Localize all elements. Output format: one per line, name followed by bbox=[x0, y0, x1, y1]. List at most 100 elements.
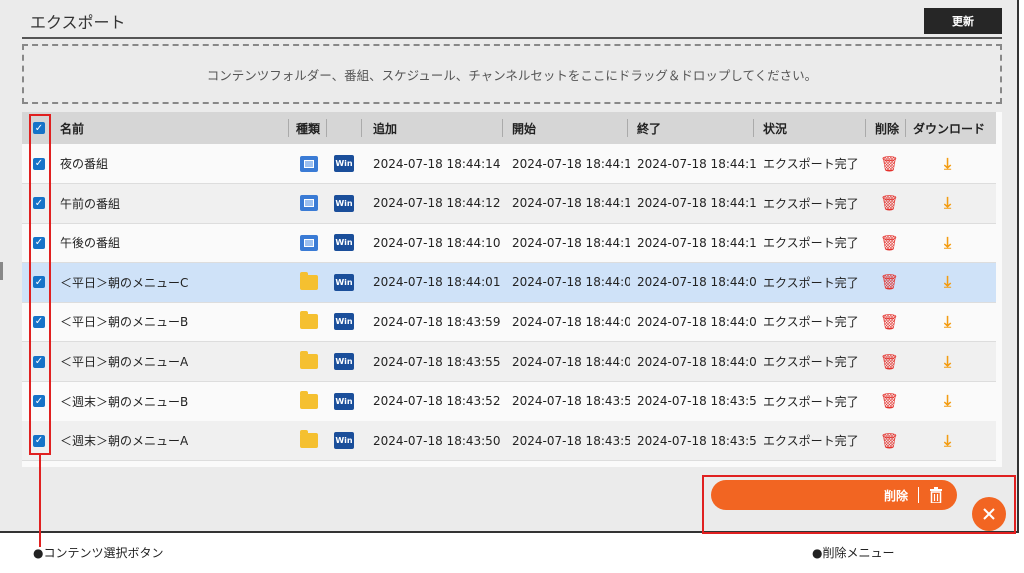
row-name: ＜平日＞朝のメニューA bbox=[60, 355, 189, 369]
resize-handle[interactable] bbox=[0, 262, 3, 280]
col-type[interactable]: 種類 bbox=[296, 112, 336, 144]
table-row[interactable]: ✓ 午前の番組 Win 2024-07-18 18:44:12 ... 2024-07-… bbox=[22, 183, 996, 224]
drop-zone-text: コンテンツフォルダー、番組、スケジュール、チャンネルセットをここにドラッグ＆ドロ… bbox=[206, 67, 818, 83]
row-start: 2024-07-18 18:44:04 bbox=[512, 354, 630, 369]
row-start: 2024-07-18 18:44:04 bbox=[512, 314, 630, 329]
row-start: 2024-07-18 18:43:54 bbox=[512, 394, 630, 409]
row-download-button[interactable]: ⤓ bbox=[944, 302, 964, 341]
table-row[interactable]: ✓ 夜の番組 Win 2024-07-18 18:44:14 ... 2024-07-1… bbox=[22, 144, 996, 184]
row-delete-button[interactable]: 🗑 bbox=[880, 382, 900, 421]
row-name: ＜週末＞朝のメニューA bbox=[60, 434, 189, 449]
col-separator bbox=[288, 119, 289, 137]
folder-icon bbox=[300, 390, 318, 409]
row-status: エクスポート完了 bbox=[763, 394, 859, 409]
row-delete-button[interactable]: 🗑 bbox=[880, 263, 900, 302]
table-row[interactable]: ✓ ＜平日＞朝のメニューA Win 2024-07-18 18:43:55 ... 20… bbox=[22, 342, 996, 382]
col-separator bbox=[905, 119, 906, 137]
row-end: 2024-07-18 18:43:54 bbox=[637, 433, 757, 448]
folder-icon bbox=[300, 271, 318, 290]
trash-icon: 🗑 bbox=[880, 194, 900, 213]
col-end[interactable]: 終了 bbox=[637, 112, 757, 144]
row-name: 夜の番組 bbox=[60, 157, 109, 171]
page-title: エクスポート bbox=[30, 13, 126, 32]
trash-icon: 🗑 bbox=[880, 312, 900, 331]
drop-zone[interactable]: コンテンツフォルダー、番組、スケジュール、チャンネルセットをここにドラッグ＆ドロ… bbox=[22, 44, 1002, 104]
row-delete-button[interactable]: 🗑 bbox=[880, 342, 900, 381]
row-download-button[interactable]: ⤓ bbox=[944, 382, 964, 421]
row-type bbox=[300, 184, 322, 223]
callout-line bbox=[39, 455, 41, 547]
row-download-button[interactable]: ⤓ bbox=[944, 144, 964, 183]
row-status: エクスポート完了 bbox=[763, 275, 859, 290]
row-type bbox=[300, 263, 322, 302]
row-status: エクスポート完了 bbox=[763, 236, 859, 251]
row-download-button[interactable]: ⤓ bbox=[944, 263, 964, 302]
row-delete-button[interactable]: 🗑 bbox=[880, 421, 900, 460]
row-platform: Win bbox=[334, 342, 358, 381]
row-end: 2024-07-18 18:44:14 bbox=[637, 156, 757, 171]
row-status: エクスポート完了 bbox=[763, 315, 859, 330]
row-added: 2024-07-18 18:44:14 ... bbox=[373, 156, 503, 171]
row-platform: Win bbox=[334, 223, 358, 262]
row-type bbox=[300, 382, 322, 421]
row-end: 2024-07-18 18:43:54 bbox=[637, 394, 757, 409]
row-platform: Win bbox=[334, 144, 358, 183]
table-row[interactable]: ✓ ＜平日＞朝のメニューB Win 2024-07-18 18:43:59 ... 20… bbox=[22, 302, 996, 343]
folder-icon bbox=[300, 351, 318, 369]
col-name[interactable]: 名前 bbox=[60, 112, 290, 144]
row-download-button[interactable]: ⤓ bbox=[944, 184, 964, 223]
delete-menu-highlight bbox=[702, 475, 1016, 534]
row-type bbox=[300, 223, 322, 262]
trash-icon: 🗑 bbox=[880, 352, 900, 371]
row-type bbox=[300, 144, 322, 183]
program-icon bbox=[300, 234, 318, 251]
col-delete: 削除 bbox=[875, 121, 900, 136]
col-start[interactable]: 開始 bbox=[512, 112, 632, 144]
row-status: エクスポート完了 bbox=[763, 355, 859, 369]
row-delete-button[interactable]: 🗑 bbox=[880, 302, 900, 341]
row-start: 2024-07-18 18:44:14 bbox=[512, 235, 630, 250]
col-separator bbox=[753, 119, 754, 137]
table-header: ✓ 名前 種類 追加 開始 終了 状況 削除 ダウンロード bbox=[22, 112, 996, 144]
delete-menu-label: ●削除メニュー bbox=[812, 546, 895, 560]
row-delete-button[interactable]: 🗑 bbox=[880, 144, 900, 183]
refresh-button[interactable]: 更新 bbox=[924, 8, 1002, 34]
row-type bbox=[300, 421, 322, 460]
table-row[interactable]: ✓ ＜平日＞朝のメニューC Win 2024-07-18 18:44:01 ... 20… bbox=[22, 262, 996, 303]
row-delete-button[interactable]: 🗑 bbox=[880, 223, 900, 262]
row-end: 2024-07-18 18:44:04 bbox=[637, 314, 757, 329]
trash-icon: 🗑 bbox=[880, 431, 900, 450]
row-start: 2024-07-18 18:44:04 bbox=[512, 275, 630, 290]
trash-icon: 🗑 bbox=[880, 392, 900, 411]
col-status[interactable]: 状況 bbox=[763, 112, 863, 144]
trash-icon: 🗑 bbox=[880, 233, 900, 252]
download-icon: ⤓ bbox=[944, 430, 952, 450]
row-name: 午前の番組 bbox=[60, 196, 121, 211]
row-added: 2024-07-18 18:43:50 ... bbox=[373, 433, 503, 448]
col-download: ダウンロード bbox=[913, 121, 986, 136]
row-download-button[interactable]: ⤓ bbox=[944, 342, 964, 381]
row-name: ＜週末＞朝のメニューB bbox=[60, 394, 189, 409]
download-icon: ⤓ bbox=[944, 311, 952, 331]
table-row[interactable]: ✓ ＜週末＞朝のメニューA Win 2024-07-18 18:43:50 ... 20… bbox=[22, 421, 996, 462]
trash-icon: 🗑 bbox=[880, 154, 900, 173]
table-row[interactable]: ✓ ＜週末＞朝のメニューB Win 2024-07-18 18:43:52 ... 20… bbox=[22, 382, 996, 422]
program-icon bbox=[300, 155, 318, 172]
row-added: 2024-07-18 18:44:10 ... bbox=[373, 235, 503, 250]
row-download-button[interactable]: ⤓ bbox=[944, 223, 964, 262]
row-delete-button[interactable]: 🗑 bbox=[880, 184, 900, 223]
row-status: エクスポート完了 bbox=[763, 157, 859, 171]
table-row[interactable]: ✓ 午後の番組 Win 2024-07-18 18:44:10 ... 2024-07-… bbox=[22, 223, 996, 264]
export-panel: エクスポート 更新 コンテンツフォルダー、番組、スケジュール、チャンネルセットを… bbox=[0, 0, 1019, 533]
windows-badge-icon: Win bbox=[334, 194, 354, 212]
download-icon: ⤓ bbox=[944, 351, 952, 371]
row-end: 2024-07-18 18:44:14 bbox=[637, 235, 757, 250]
folder-icon bbox=[300, 430, 318, 449]
trash-icon: 🗑 bbox=[880, 273, 900, 292]
row-start: 2024-07-18 18:44:14 bbox=[512, 156, 630, 171]
row-added: 2024-07-18 18:43:52 ... bbox=[373, 394, 503, 409]
row-type bbox=[300, 342, 322, 381]
row-added: 2024-07-18 18:44:01 ... bbox=[373, 275, 503, 290]
col-added[interactable]: 追加 bbox=[373, 112, 493, 144]
row-download-button[interactable]: ⤓ bbox=[944, 421, 964, 460]
